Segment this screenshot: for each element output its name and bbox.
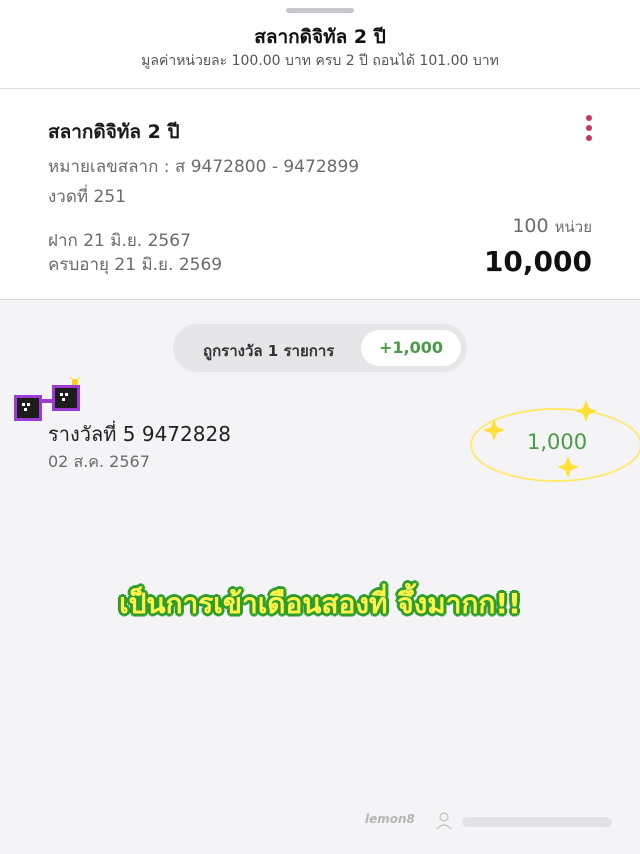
sheet-grabber[interactable] (286, 8, 354, 13)
prize-date: 02 ส.ค. 2567 (48, 452, 150, 471)
deposit-date: ฝาก 21 มิ.ย. 2567 (48, 231, 191, 251)
watermark-logo: lemon8 (365, 812, 415, 826)
prize-summary-value: +1,000 (361, 330, 461, 366)
maturity-date: ครบอายุ 21 มิ.ย. 2569 (48, 255, 223, 275)
blurred-username (462, 817, 612, 827)
draw-number: งวดที่ 251 (48, 187, 126, 207)
page-subtitle: มูลค่าหน่วยละ 100.00 บาท ครบ 2 ปี ถอนได้… (141, 53, 499, 69)
sparkle-icon (483, 419, 505, 441)
sparkle-icon (557, 456, 579, 478)
lottery-card: สลากดิจิทัล 2 ปี หมายเลขสลาก : ส 9472800… (0, 89, 640, 300)
page-title: สลากดิจิทัล 2 ปี (254, 26, 386, 48)
prize-amount: 1,000 (527, 430, 588, 454)
units: 100 หน่วย (512, 215, 592, 239)
total-amount: 10,000 (483, 245, 592, 278)
card-title: สลากดิจิทัล 2 ปี (48, 121, 180, 143)
more-options-icon[interactable] (583, 115, 595, 145)
sparkle-icon (575, 400, 597, 422)
lottery-numbers: หมายเลขสลาก : ส 9472800 - 9472899 (48, 157, 360, 177)
prize-summary-pill[interactable]: ถูกรางวัล 1 รายการ +1,000 (173, 324, 467, 372)
prize-summary-label: ถูกรางวัล 1 รายการ (203, 342, 335, 360)
prize-title: รางวัลที่ 5 9472828 (48, 422, 231, 446)
caption-overlay: เป็นการเข้าเดือนสองที่ จึ้งมากก!! (119, 587, 521, 620)
user-icon (436, 812, 452, 830)
sheet-header: สลากดิจิทัล 2 ปี มูลค่าหน่วยละ 100.00 บา… (0, 0, 640, 89)
units-value: 100 (512, 215, 549, 237)
units-label: หน่วย (554, 218, 592, 236)
